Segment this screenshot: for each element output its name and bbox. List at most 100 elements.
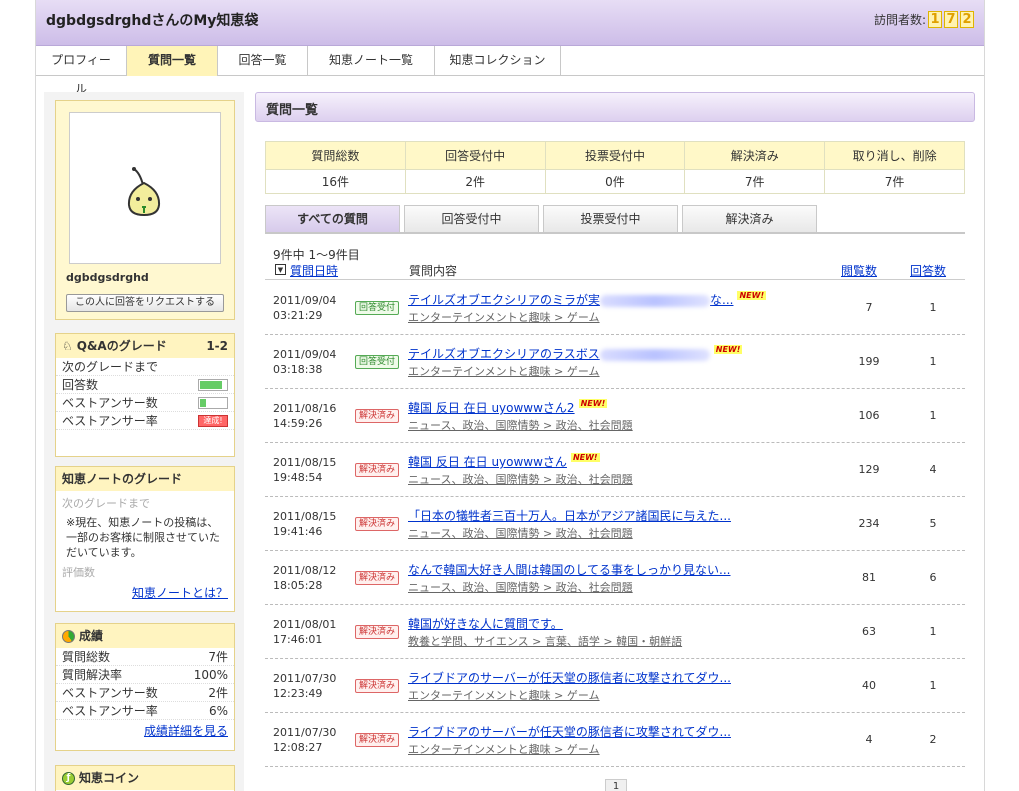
- blurred-text: [599, 348, 710, 361]
- qa-grade-title: Q&Aのグレード: [76, 339, 167, 353]
- question-link[interactable]: なんで韓国大好き人間は韓国のしてる事をしっかり見ない...: [408, 563, 731, 577]
- view-count: 234: [858, 517, 880, 530]
- table-row: 2011/07/30 12:23:49 解決済み ライブドアのサーバーが任天堂の豚信者…: [265, 659, 965, 713]
- coin-box: ƒ 知恵コイン: [55, 765, 235, 791]
- question-category[interactable]: ニュース、政治、国際情勢 > 政治、社会問題: [408, 471, 633, 487]
- stat-label: 回答受付中: [404, 141, 546, 170]
- question-link[interactable]: 韓国が好きな人に質問です。: [408, 617, 563, 631]
- answer-count: 1: [929, 679, 937, 692]
- question-date: 2011/08/12 18:05:28: [273, 564, 337, 592]
- table-row: 2011/08/01 17:46:01 解決済み 韓国が好きな人に質問です。 教養と学問…: [265, 605, 965, 659]
- question-link[interactable]: 韓国 反日 在日 uyowwwさん: [408, 455, 567, 469]
- column-answers[interactable]: 回答数: [910, 262, 946, 279]
- qa-grade-header: ♘ Q&Aのグレード 1-2: [56, 334, 234, 358]
- new-badge: NEW!: [570, 453, 600, 462]
- stat-value: 16件: [265, 169, 406, 194]
- visitor-digit: 1: [928, 11, 942, 28]
- stat-label: 質問総数: [265, 141, 406, 170]
- status-badge: 解決済み: [355, 733, 399, 747]
- best-answer-rate-gauge: 達成!: [198, 414, 228, 427]
- view-count: 63: [862, 625, 876, 638]
- tab-answers[interactable]: 回答一覧: [218, 46, 308, 76]
- qa-answer-count-row: 回答数: [56, 376, 234, 394]
- question-date: 2011/08/15 19:48:54: [273, 456, 337, 484]
- question-link[interactable]: ライブドアのサーバーが任天堂の豚信者に攻撃されてダウ...: [408, 725, 731, 739]
- question-filter-tabs: すべての質問 回答受付中 投票受付中 解決済み: [265, 205, 965, 234]
- subtab-resolved[interactable]: 解決済み: [682, 205, 817, 232]
- results-header: 成績: [56, 624, 234, 648]
- view-count: 7: [865, 301, 873, 314]
- column-views[interactable]: 閲覧数: [841, 262, 877, 279]
- question-category[interactable]: 教養と学問、サイエンス > 言葉、語学 > 韓国・朝鮮語: [408, 633, 682, 649]
- avatar[interactable]: [69, 112, 221, 264]
- question-category[interactable]: エンターテインメントと趣味 > ゲーム: [408, 741, 600, 757]
- status-badge: 回答受付: [355, 355, 399, 369]
- answer-count: 5: [929, 517, 937, 530]
- main-header: 質問一覧: [255, 92, 975, 122]
- note-grade-box: 知恵ノートのグレード 次のグレードまで ※現在、知恵ノートの投稿は、一部のお客様…: [55, 466, 235, 612]
- stats-table: 質問総数 回答受付中 投票受付中 解決済み 取り消し、削除 16件 2件 0件 …: [265, 141, 965, 194]
- subtab-open[interactable]: 回答受付中: [404, 205, 539, 232]
- answer-count-gauge: [198, 378, 228, 391]
- tab-collection[interactable]: 知恵コレクション: [435, 46, 561, 76]
- list-header: ▼ 質問日時 質問内容 閲覧数 回答数: [265, 260, 965, 280]
- stat-value: 7件: [824, 169, 965, 194]
- visitor-digit: 2: [960, 11, 974, 28]
- pager-page[interactable]: 1: [605, 779, 627, 791]
- request-answer-button[interactable]: この人に回答をリクエストする: [66, 294, 224, 312]
- question-category[interactable]: エンターテインメントと趣味 > ゲーム: [408, 687, 600, 703]
- subtab-voting[interactable]: 投票受付中: [543, 205, 678, 232]
- table-row: 2011/08/15 19:41:46 解決済み 「日本の犠牲者三百十万人。日本がアジ…: [265, 497, 965, 551]
- qa-best-answer-rate-row: ベストアンサー率 達成!: [56, 412, 234, 430]
- results-title: 成績: [79, 629, 104, 643]
- visitor-label: 訪問者数:: [873, 13, 926, 27]
- stat-value: 0件: [544, 169, 686, 194]
- page-header: dgbdgsdrghdさんのMy知恵袋 訪問者数: 1 7 2: [36, 0, 984, 46]
- question-link[interactable]: テイルズオブエクシリアのラスボス: [408, 347, 710, 361]
- question-category[interactable]: エンターテインメントと趣味 > ゲーム: [408, 363, 600, 379]
- coin-icon: ƒ: [62, 771, 75, 785]
- question-link[interactable]: 「日本の犠牲者三百十万人。日本がアジア諸国民に与えた...: [408, 509, 731, 523]
- note-notice: ※現在、知恵ノートの投稿は、一部のお客様に制限させていただいています。: [66, 516, 220, 559]
- tab-questions[interactable]: 質問一覧: [127, 46, 218, 76]
- results-row: 質問総数 7件: [56, 648, 234, 666]
- column-content: 質問内容: [409, 264, 458, 278]
- stat-label: 解決済み: [684, 141, 826, 170]
- qa-grade-box: ♘ Q&Aのグレード 1-2 次のグレードまで 回答数 ベストアンサー数 ベスト…: [55, 333, 235, 457]
- results-detail-link[interactable]: 成績詳細を見る: [144, 724, 228, 738]
- question-category[interactable]: ニュース、政治、国際情勢 > 政治、社会問題: [408, 579, 633, 595]
- note-eval-count: 評価数: [62, 566, 95, 579]
- results-box: 成績 質問総数 7件 質問解決率 100% ベストアンサー数 2件 ベストアンサー率 6…: [55, 623, 235, 751]
- table-row: 2011/08/16 14:59:26 解決済み 韓国 反日 在日 uyowwwさん2…: [265, 389, 965, 443]
- subtab-all[interactable]: すべての質問: [265, 205, 400, 232]
- question-category[interactable]: エンターテインメントと趣味 > ゲーム: [408, 309, 600, 325]
- main-tabs: プロフィール 質問一覧 回答一覧 知恵ノート一覧 知恵コレクション: [36, 46, 984, 96]
- sort-desc-icon[interactable]: ▼: [275, 264, 286, 275]
- results-row: ベストアンサー数 2件: [56, 684, 234, 702]
- main-title: 質問一覧: [266, 103, 319, 118]
- stat-value: 2件: [404, 169, 546, 194]
- qa-grade-level: 1-2: [206, 339, 228, 353]
- note-grade-title: 知恵ノートのグレード: [56, 467, 234, 491]
- question-link[interactable]: テイルズオブエクシリアのミラが実 な...: [408, 293, 733, 307]
- tab-profile[interactable]: プロフィール: [36, 46, 127, 96]
- question-date: 2011/08/15 19:41:46: [273, 510, 337, 538]
- question-title: なんで韓国大好き人間は韓国のしてる事をしっかり見ない...: [408, 561, 731, 578]
- question-category[interactable]: ニュース、政治、国際情勢 > 政治、社会問題: [408, 417, 633, 433]
- note-about-link[interactable]: 知恵ノートとは？: [132, 586, 228, 600]
- qa-next-grade: 次のグレードまで: [56, 358, 234, 376]
- question-category[interactable]: ニュース、政治、国際情勢 > 政治、社会問題: [408, 525, 633, 541]
- view-count: 40: [862, 679, 876, 692]
- question-link[interactable]: 韓国 反日 在日 uyowwwさん2: [408, 401, 575, 415]
- results-row: 質問解決率 100%: [56, 666, 234, 684]
- tab-notes[interactable]: 知恵ノート一覧: [308, 46, 435, 76]
- question-title: テイルズオブエクシリアのミラが実 な... NEW!: [408, 291, 767, 308]
- status-badge: 解決済み: [355, 409, 399, 423]
- note-next-grade: 次のグレードまで: [62, 497, 150, 510]
- stat-label: 投票受付中: [544, 141, 686, 170]
- question-link[interactable]: ライブドアのサーバーが任天堂の豚信者に攻撃されてダウ...: [408, 671, 731, 685]
- answer-count: 1: [929, 625, 937, 638]
- column-date[interactable]: 質問日時: [290, 262, 338, 279]
- pie-chart-icon: [62, 629, 75, 643]
- stat-value: 7件: [684, 169, 826, 194]
